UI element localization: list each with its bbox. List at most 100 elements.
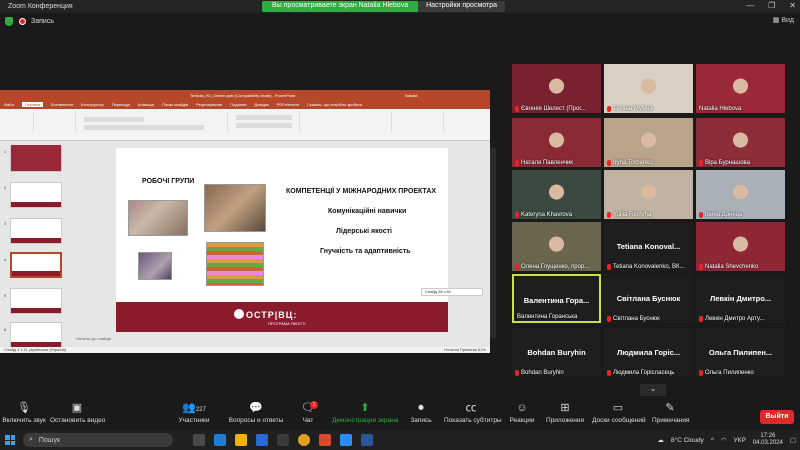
zoom-icon[interactable] <box>340 434 352 446</box>
slide-thumbnail[interactable] <box>10 145 62 172</box>
participant-tile[interactable]: Євгенія Шелест (Прог... <box>512 64 601 113</box>
ppt-menu-item[interactable]: Показ слайдів <box>162 102 188 107</box>
system-tray: ☁ 8°C Cloudy ^ ◠ УКР 17:26 04.03.2024 ▢ <box>657 430 796 450</box>
stop-video-button[interactable]: ▣ Остановить видео <box>50 400 105 424</box>
participant-name-text: Віра Бурнашова <box>705 160 751 166</box>
qa-button[interactable]: 💬 Вопросы и ответы <box>228 400 284 424</box>
notes-icon: ✎ <box>665 402 675 414</box>
participant-tile[interactable]: Тетяна Мухіна <box>604 64 693 113</box>
notes-button[interactable]: ✎ Примечания <box>652 400 690 424</box>
task-view-icon[interactable] <box>193 434 205 446</box>
view-button[interactable]: ▦ Вид <box>773 16 794 24</box>
chrome-icon[interactable] <box>298 434 310 446</box>
lang-indicator[interactable]: УКР <box>734 437 746 444</box>
participant-tile[interactable]: Валентина Гора... Валентина Горанська <box>512 274 601 323</box>
participant-tile[interactable]: Левкін Дмитро... Левкін Дмитро Арту... <box>696 274 785 323</box>
participants-label: Участники <box>178 417 210 424</box>
reactions-button[interactable]: ☺ Реакции <box>508 400 536 424</box>
clock-time: 17:26 <box>760 433 776 439</box>
recording-label: Запись <box>31 17 54 25</box>
store-icon[interactable] <box>277 434 289 446</box>
maximize-icon[interactable]: ❐ <box>768 1 775 10</box>
mail-icon[interactable] <box>256 434 268 446</box>
thumb-number: 3 <box>4 221 7 226</box>
edge-icon[interactable] <box>214 434 226 446</box>
ppt-menu-item[interactable]: Переходи <box>112 102 130 107</box>
slide-thumbnail[interactable] <box>10 218 62 244</box>
participant-tile[interactable]: Віра Бурнашова <box>696 118 785 167</box>
align-row[interactable] <box>236 123 292 128</box>
close-icon[interactable]: ✕ <box>789 1 796 10</box>
wifi-icon[interactable]: ◠ <box>721 436 727 444</box>
participant-name-text: Світлана Буснюк <box>613 316 660 322</box>
participant-tile[interactable]: Ірина Донець <box>696 170 785 219</box>
taskbar-search[interactable]: ⌕ Пошук <box>23 433 173 447</box>
participant-tile[interactable]: Kateryna Khavrova <box>512 170 601 219</box>
participant-tile[interactable]: Tetiana Konoval... Tetiana Konovalenko, В… <box>604 222 693 271</box>
slide-thumbnail-selected[interactable] <box>10 252 62 278</box>
view-settings-button[interactable]: Настройки просмотра <box>418 1 505 12</box>
participant-tile[interactable]: Світлана Буснюк Світлана Буснюк <box>604 274 693 323</box>
ppt-menu-item[interactable]: Рецензування <box>196 102 222 107</box>
captions-button[interactable]: ㏄ Показать субтитры <box>444 400 502 424</box>
slide-thumbnail[interactable] <box>10 322 62 348</box>
participant-tile[interactable]: Ольга Пилипен... Ольга Пилипенко <box>696 328 785 377</box>
participant-tile[interactable]: Наталя Павленчик <box>512 118 601 167</box>
clock[interactable]: 17:26 04.03.2024 <box>753 433 783 447</box>
participant-tile[interactable]: Олена Глущенко, прор... <box>512 222 601 271</box>
minimize-icon[interactable]: — <box>746 1 754 10</box>
notes-pane[interactable]: Нотатки до слайда <box>64 336 484 344</box>
ribbon-group <box>36 112 76 132</box>
chat-badge: 1 <box>310 401 318 409</box>
tray-chevron-icon[interactable]: ^ <box>711 437 714 444</box>
clock-date: 04.03.2024 <box>752 440 783 446</box>
file-explorer-icon[interactable] <box>235 434 247 446</box>
ppt-menu-item[interactable]: Довідка <box>254 102 268 107</box>
participant-tile[interactable]: Yuliia Remyha <box>604 170 693 219</box>
view-label: Вид <box>781 17 794 24</box>
participant-name: Tetiana Konovalenko, ВК... <box>607 264 685 270</box>
thumb-bar <box>12 271 60 276</box>
apps-button[interactable]: ⊞ Приложения <box>546 400 584 424</box>
participant-name: Yuliia Remyha <box>607 212 651 218</box>
align-row[interactable] <box>236 115 292 120</box>
chevron-down-icon[interactable]: ⌄ <box>640 384 666 396</box>
ppt-ribbon <box>0 109 490 141</box>
ppt-menu-item[interactable]: Файл <box>4 102 14 107</box>
ppt-menu-item[interactable]: Конструктор <box>81 102 104 107</box>
shield-icon[interactable] <box>5 16 13 26</box>
unmute-button[interactable]: 🎙 Включить звук <box>2 400 46 424</box>
mic-muted-icon <box>515 106 519 112</box>
ppt-menu-item[interactable]: Вставлення <box>51 102 73 107</box>
leave-button[interactable]: Выйти <box>760 410 794 424</box>
participant-tile[interactable]: Людмила Горіс... Людмила Горісласець <box>604 328 693 377</box>
slide-thumbnail[interactable] <box>10 182 62 208</box>
ppt-menu-item[interactable]: Подання <box>230 102 246 107</box>
ppt-menu-item[interactable]: Анімація <box>138 102 154 107</box>
chat-button[interactable]: 1 🗨 Чат <box>296 400 320 424</box>
notification-icon[interactable]: ▢ <box>790 436 796 444</box>
participant-tile[interactable]: Natalia Hlebova <box>696 64 785 113</box>
smile-icon: ☺ <box>516 402 528 414</box>
mic-muted-icon <box>607 160 611 166</box>
participant-tile[interactable]: Bohdan Buryhin Bohdan Buryhin <box>512 328 601 377</box>
participant-name-text: Валентина Горанська <box>517 314 578 320</box>
word-icon[interactable] <box>361 434 373 446</box>
participant-tile[interactable]: Iryna Torbenko <box>604 118 693 167</box>
format-row[interactable] <box>84 125 204 130</box>
office-icon[interactable] <box>319 434 331 446</box>
participants-button[interactable]: 👥227 Участники <box>176 400 212 424</box>
record-button[interactable]: ⏺ Запись <box>408 400 434 424</box>
whiteboards-button[interactable]: ▭ Доски сообщений <box>592 400 646 424</box>
font-box[interactable] <box>84 117 144 122</box>
vertical-scrollbar[interactable] <box>490 148 496 338</box>
windows-start-icon[interactable] <box>5 435 15 445</box>
slide-thumbnail[interactable] <box>10 288 62 314</box>
share-screen-button[interactable]: ⬆ Демонстрация экрана <box>332 400 398 424</box>
mic-muted-icon: 🎙 <box>17 402 31 414</box>
ppt-menu-item[interactable]: Скажіть, що потрібно зробити <box>307 102 362 107</box>
chat-label: Чат <box>302 417 314 424</box>
ppt-menu-item[interactable]: PDFelement <box>277 102 299 107</box>
ppt-menu-item[interactable]: Головна <box>21 102 44 107</box>
participant-tile[interactable]: Natalia Shevchenko <box>696 222 785 271</box>
